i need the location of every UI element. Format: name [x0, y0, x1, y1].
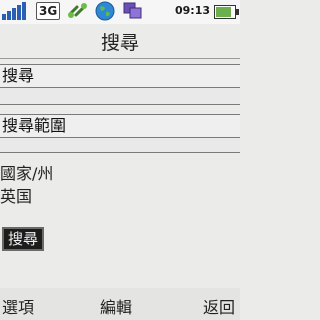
header-divider: [0, 58, 240, 59]
country-value[interactable]: 英国: [0, 183, 32, 207]
link-icon: [68, 3, 87, 18]
windows-icon: [123, 2, 142, 19]
search-scope-field[interactable]: 搜尋範圍: [0, 114, 240, 138]
globe-icon: [95, 1, 115, 21]
page-title: 搜尋: [100, 32, 139, 54]
search-scope-value[interactable]: [0, 138, 240, 153]
search-input[interactable]: [0, 88, 240, 105]
network-type-indicator: 3G: [36, 2, 61, 20]
search-scope-label: 搜尋範圍: [2, 116, 67, 135]
search-field[interactable]: 搜尋: [0, 64, 240, 88]
status-bar: 3G 09:13: [0, 0, 240, 24]
country-label: 國家/州: [0, 164, 54, 183]
search-field-label: 搜尋: [2, 66, 35, 85]
search-button[interactable]: 搜尋: [2, 227, 44, 251]
options-softkey[interactable]: 選項: [2, 294, 34, 318]
signal-icon: [2, 2, 30, 20]
battery-icon: [214, 5, 239, 19]
phone-screen: 3G 09:13 搜尋 搜尋 搜尋範圍 國家/州 英国 搜尋 選項 編輯 返回: [0, 0, 240, 320]
softkey-bar: 選項 編輯 返回: [0, 288, 240, 320]
edit-softkey[interactable]: 編輯: [100, 294, 132, 318]
back-softkey[interactable]: 返回: [203, 294, 235, 318]
clock: 09:13: [175, 4, 211, 17]
